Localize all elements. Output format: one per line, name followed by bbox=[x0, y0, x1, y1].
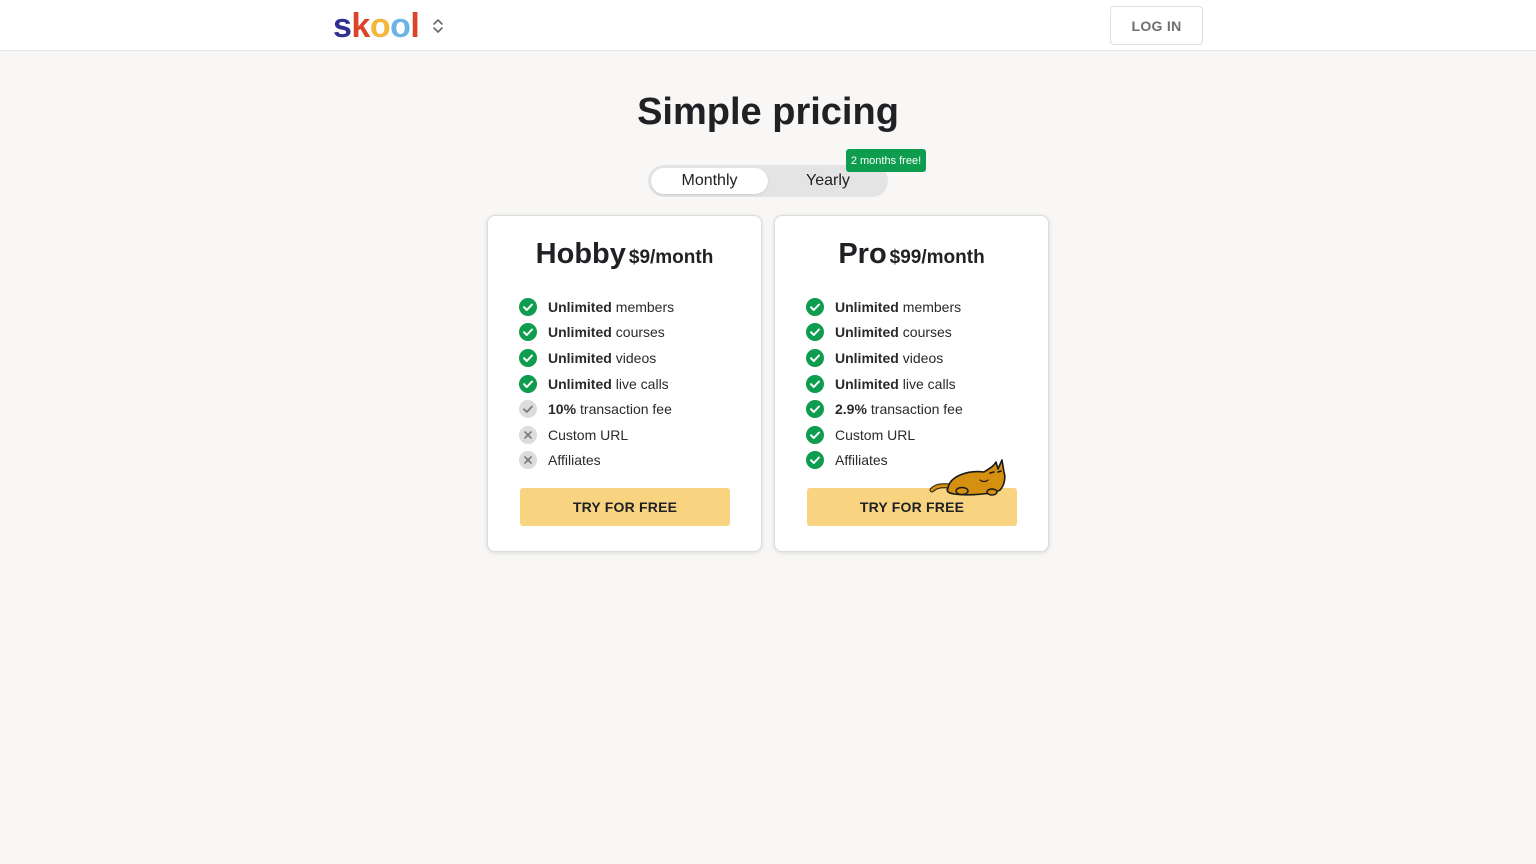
login-button[interactable]: LOG IN bbox=[1110, 6, 1203, 45]
feature-highlight: Unlimited bbox=[548, 324, 612, 341]
skool-logo[interactable]: skool bbox=[333, 6, 420, 46]
feature-item: 2.9% transaction fee bbox=[806, 396, 963, 422]
feature-text: Affiliates bbox=[548, 452, 601, 469]
plan-price: $99/month bbox=[889, 247, 985, 268]
feature-text: Affiliates bbox=[835, 452, 888, 469]
plan-header: Hobby $9/month bbox=[488, 238, 761, 271]
feature-text: Custom URL bbox=[835, 426, 916, 443]
check-circle-icon bbox=[806, 400, 824, 419]
feature-item: Custom URL bbox=[519, 422, 674, 448]
try-for-free-button[interactable]: TRY FOR FREE bbox=[520, 488, 730, 526]
feature-highlight: Unlimited bbox=[835, 324, 899, 341]
plan-card-pro: Pro $99/month Unlimited members Unlimited co… bbox=[774, 215, 1049, 552]
feature-item: Unlimited courses bbox=[519, 320, 674, 346]
plan-card-hobby: Hobby $9/month Unlimited members Unlimited c… bbox=[487, 215, 762, 552]
check-circle-icon bbox=[806, 323, 824, 342]
check-circle-icon bbox=[519, 323, 537, 342]
logo-letter: o bbox=[369, 7, 391, 45]
logo-letter: o bbox=[390, 7, 411, 45]
feature-text: videos bbox=[615, 349, 657, 366]
feature-item: Unlimited videos bbox=[519, 345, 674, 371]
check-circle-icon bbox=[806, 451, 824, 470]
feature-text: live calls bbox=[615, 375, 669, 392]
feature-text: courses bbox=[615, 324, 665, 341]
plan-header: Pro $99/month bbox=[775, 238, 1048, 271]
cat-mascot-icon bbox=[928, 456, 1006, 498]
check-circle-icon bbox=[806, 425, 824, 444]
feature-list: Unlimited members Unlimited courses Unlimite… bbox=[806, 294, 963, 473]
top-navigation-bar: skool LOG IN bbox=[0, 0, 1536, 51]
logo-letter: k bbox=[351, 7, 370, 45]
feature-highlight: Unlimited bbox=[835, 298, 899, 315]
feature-item: Unlimited videos bbox=[806, 345, 963, 371]
logo-letter: s bbox=[333, 7, 352, 45]
feature-text: members bbox=[615, 298, 675, 315]
feature-highlight: Unlimited bbox=[835, 375, 899, 392]
feature-highlight: Unlimited bbox=[548, 349, 612, 366]
feature-item: Unlimited live calls bbox=[806, 371, 963, 397]
feature-text: live calls bbox=[902, 375, 956, 392]
feature-text: transaction fee bbox=[580, 401, 672, 418]
chevron-up-down-icon[interactable] bbox=[430, 16, 446, 36]
check-circle-icon bbox=[806, 374, 824, 393]
feature-text: videos bbox=[902, 349, 944, 366]
feature-item: Unlimited courses bbox=[806, 320, 963, 346]
page-title: Simple pricing bbox=[637, 91, 899, 133]
plan-price: $9/month bbox=[628, 247, 714, 268]
feature-item: Unlimited members bbox=[519, 294, 674, 320]
feature-list: Unlimited members Unlimited courses Unlimite… bbox=[519, 294, 674, 473]
feature-text: Custom URL bbox=[548, 426, 629, 443]
feature-item: Custom URL bbox=[806, 422, 963, 448]
feature-item: Unlimited live calls bbox=[519, 371, 674, 397]
check-circle-icon bbox=[519, 297, 537, 316]
plan-name: Pro bbox=[838, 238, 887, 270]
check-circle-icon bbox=[519, 400, 537, 419]
feature-highlight: 10% bbox=[548, 401, 577, 418]
feature-text: members bbox=[902, 298, 962, 315]
feature-highlight: Unlimited bbox=[548, 375, 612, 392]
feature-item: Affiliates bbox=[519, 448, 674, 474]
yearly-discount-badge: 2 months free! bbox=[846, 149, 926, 172]
check-circle-icon bbox=[806, 348, 824, 367]
feature-highlight: 2.9% bbox=[835, 401, 867, 418]
x-circle-icon bbox=[519, 451, 537, 470]
check-circle-icon bbox=[519, 374, 537, 393]
feature-text: courses bbox=[902, 324, 952, 341]
check-circle-icon bbox=[806, 297, 824, 316]
billing-option-monthly[interactable]: Monthly bbox=[651, 168, 768, 194]
check-circle-icon bbox=[519, 348, 537, 367]
logo-letter: l bbox=[410, 7, 420, 45]
x-circle-icon bbox=[519, 425, 537, 444]
feature-item: 10% transaction fee bbox=[519, 396, 674, 422]
feature-highlight: Unlimited bbox=[835, 349, 899, 366]
feature-text: transaction fee bbox=[870, 401, 963, 418]
feature-highlight: Unlimited bbox=[548, 298, 612, 315]
plan-name: Hobby bbox=[535, 238, 626, 270]
feature-item: Unlimited members bbox=[806, 294, 963, 320]
